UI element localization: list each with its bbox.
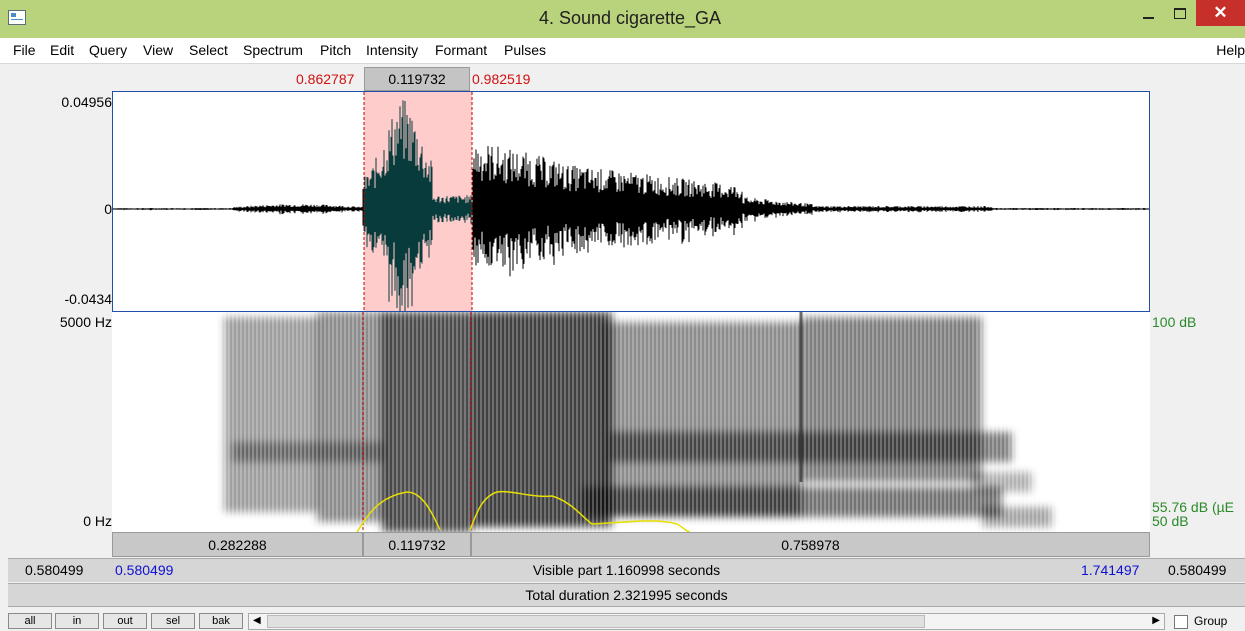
menu-edit[interactable]: Edit [50, 42, 74, 58]
waveform-svg [112, 92, 1149, 338]
menu-bar: File Edit Query View Select Spectrum Pit… [0, 38, 1245, 64]
spectrogram-db-max-label: 100 dB [1152, 314, 1197, 330]
zoom-out-button[interactable]: out [103, 613, 147, 629]
scroll-right-icon[interactable]: ▶ [1152, 615, 1160, 626]
menu-pulses[interactable]: Pulses [504, 42, 546, 58]
menu-help[interactable]: Help [1216, 42, 1245, 58]
spectrogram-db-min-label: 50 dB [1152, 513, 1189, 529]
menu-select[interactable]: Select [189, 42, 228, 58]
spectrogram-striations [112, 312, 1150, 532]
segment-selection[interactable]: 0.119732 [363, 532, 471, 557]
spectrogram-panel[interactable] [112, 312, 1150, 533]
selection-end-time: 0.982519 [472, 71, 531, 87]
close-button[interactable]: ✕ [1196, 0, 1245, 26]
waveform-ymax-label: 0.04956 [61, 94, 112, 110]
menu-view[interactable]: View [143, 42, 173, 58]
menu-query[interactable]: Query [89, 42, 127, 58]
spectrogram-svg [112, 312, 1150, 533]
waveform-panel[interactable] [112, 91, 1150, 338]
group-checkbox[interactable] [1174, 615, 1188, 629]
minimize-icon [1142, 17, 1154, 19]
segment-before-selection[interactable]: 0.282288 [112, 532, 363, 557]
visible-right-inner: 1.741497 [1081, 562, 1140, 578]
menu-formant[interactable]: Formant [435, 42, 487, 58]
selection-start-time: 0.862787 [296, 71, 355, 87]
waveform-ymin-label: -0.0434 [64, 291, 112, 307]
menu-spectrum[interactable]: Spectrum [243, 42, 303, 58]
scroll-left-icon[interactable]: ◀ [253, 615, 261, 626]
selection-duration-top[interactable]: 0.119732 [364, 67, 470, 91]
window-title: 4. Sound cigarette_GA [538, 8, 722, 28]
zoom-all-button[interactable]: all [8, 613, 52, 629]
zoom-selection-button[interactable]: sel [151, 613, 195, 629]
zoom-in-button[interactable]: in [55, 613, 99, 629]
waveform-trace [112, 146, 1149, 277]
visible-part-label: Visible part 1.160998 seconds [532, 562, 721, 578]
segment-after-selection[interactable]: 0.758978 [471, 532, 1150, 557]
visible-right-outer: 0.580499 [1168, 562, 1227, 578]
minimize-button[interactable] [1132, 0, 1164, 26]
bottom-navigation: all in out sel bak ◀ ▶ Group [0, 609, 1245, 631]
spectrogram-fmin-label: 0 Hz [83, 513, 112, 529]
menu-intensity[interactable]: Intensity [366, 42, 418, 58]
group-label: Group [1194, 614, 1228, 628]
spectrogram-fmax-label: 5000 Hz [59, 314, 112, 330]
total-duration-bar[interactable]: Total duration 2.321995 seconds [8, 583, 1245, 607]
menu-file[interactable]: File [13, 42, 36, 58]
scrollbar-thumb[interactable] [267, 615, 925, 628]
maximize-icon [1174, 7, 1186, 19]
waveform-zero-label: 0 [104, 201, 112, 217]
maximize-button[interactable] [1164, 0, 1196, 26]
time-scrollbar[interactable]: ◀ ▶ [248, 613, 1165, 630]
visible-part-bar[interactable]: 0.580499 0.580499 Visible part 1.160998 … [8, 558, 1245, 582]
title-bar: 4. Sound cigarette_GA ✕ [0, 0, 1245, 38]
zoom-back-button[interactable]: bak [199, 613, 243, 629]
menu-pitch[interactable]: Pitch [320, 42, 351, 58]
